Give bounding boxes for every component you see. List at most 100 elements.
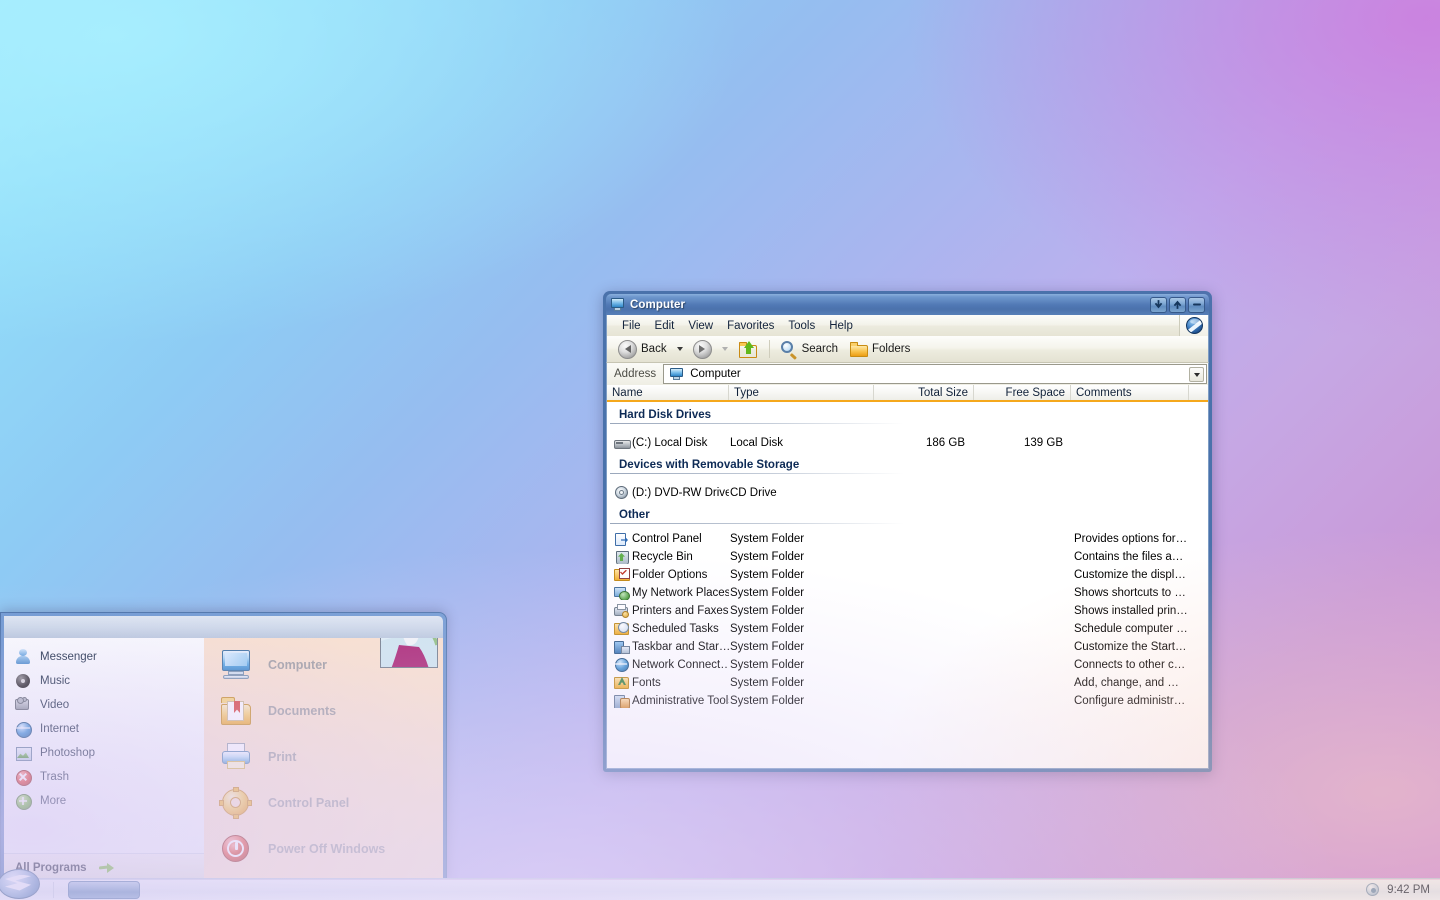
menu-view[interactable]: View [681, 318, 720, 334]
row-type: System Folder [730, 641, 805, 653]
table-row[interactable]: Recycle Bin System Folder Contains the fil… [607, 548, 1208, 566]
start-menu-item-messenger[interactable]: Messenger [4, 645, 204, 669]
start-menu-shortcut-print[interactable]: Print [204, 734, 443, 780]
table-row[interactable]: Scheduled Tasks System Folder Schedule com… [607, 620, 1208, 638]
toolbar-separator [768, 340, 770, 358]
start-menu-item-internet[interactable]: Internet [4, 717, 204, 741]
start-menu-shortcut-label: Control Panel [268, 796, 350, 810]
start-menu-item-label: Internet [40, 723, 79, 735]
row-name-cell: My Network Places [607, 586, 729, 600]
start-menu-shortcut-documents[interactable]: Documents [204, 688, 443, 734]
table-row[interactable]: Taskbar and Star… System Folder Customize … [607, 638, 1208, 656]
row-name: My Network Places [632, 587, 729, 599]
row-name: Fonts [632, 677, 661, 689]
table-row[interactable]: Folder Options System Folder Customize the… [607, 566, 1208, 584]
menu-favorites[interactable]: Favorites [720, 318, 781, 334]
row-type: System Folder [730, 569, 805, 581]
restore-up-button[interactable] [1169, 296, 1186, 313]
taskbar-window-button[interactable] [68, 880, 140, 899]
menu-items: File Edit View Favorites Tools Help [607, 315, 1179, 336]
table-row[interactable]: Fonts System Folder Add, change, and … [607, 674, 1208, 692]
folders-label: Folders [872, 343, 911, 355]
window-buttons [1150, 296, 1207, 313]
documents-folder-icon [220, 696, 252, 726]
desktop[interactable]: Computer File Edit View Favorites Tools [0, 0, 1440, 900]
user-avatar[interactable] [380, 638, 438, 668]
start-menu-item-trash[interactable]: Trash [4, 765, 204, 789]
menu-file[interactable]: File [615, 318, 648, 334]
forward-button[interactable] [688, 338, 717, 361]
start-menu-item-photoshop[interactable]: Photoshop [4, 741, 204, 765]
start-menu-item-music[interactable]: Music [4, 669, 204, 693]
row-type: System Folder [730, 587, 805, 599]
column-header-type[interactable]: Type [729, 385, 874, 400]
table-row[interactable]: My Network Places System Folder Shows shor… [607, 584, 1208, 602]
column-headers[interactable]: Name Type Total Size Free Space Comments [607, 385, 1208, 402]
table-row[interactable]: Network Connect… System Folder Connects to… [607, 656, 1208, 674]
column-header-comments[interactable]: Comments [1071, 385, 1189, 400]
search-magnifier-icon [780, 340, 798, 361]
table-row[interactable]: Printers and Faxes System Folder Shows ins… [607, 602, 1208, 620]
up-folder-button[interactable] [733, 338, 764, 361]
system-tray[interactable]: 9:42 PM [1366, 883, 1440, 896]
table-row[interactable]: Administrative Tools System Folder Configu… [607, 692, 1208, 710]
start-menu-shortcut-control-panel[interactable]: Control Panel [204, 780, 443, 826]
row-type: System Folder [730, 695, 805, 707]
taskbar-separator [53, 881, 54, 898]
back-button[interactable]: Back [613, 338, 672, 361]
row-name: Network Connect… [632, 659, 729, 671]
row-type: System Folder [730, 533, 805, 545]
close-dash-button[interactable] [1188, 296, 1205, 313]
row-type: System Folder [730, 605, 805, 617]
network-places-icon [614, 586, 630, 600]
address-input[interactable]: Computer [663, 364, 1207, 384]
administrative-tools-icon [614, 694, 630, 708]
table-row[interactable]: (C:) Local Disk Local Disk 186 GB 139 GB [607, 434, 1208, 452]
start-menu-shortcut-power-off-windows[interactable]: Power Off Windows [204, 826, 443, 872]
table-row[interactable]: (D:) DVD-RW Drive CD Drive [607, 484, 1208, 502]
file-list[interactable]: Name Type Total Size Free Space Comments… [606, 385, 1209, 769]
section-title: Other [619, 509, 650, 521]
window-title: Computer [630, 298, 686, 311]
row-comments: Shows installed prin… [1074, 605, 1188, 617]
scheduled-tasks-icon [614, 622, 629, 636]
volume-tray-icon[interactable] [1366, 883, 1380, 896]
menu-edit[interactable]: Edit [648, 318, 682, 334]
menu-bar[interactable]: File Edit View Favorites Tools Help [606, 315, 1209, 336]
row-name: Taskbar and Star… [632, 641, 729, 653]
chevron-down-icon[interactable] [1189, 367, 1204, 382]
window-titlebar[interactable]: Computer [606, 294, 1209, 315]
explorer-window[interactable]: Computer File Edit View Favorites Tools [603, 291, 1212, 772]
start-menu-shortcut-label: Computer [268, 658, 328, 672]
folders-button[interactable]: Folders [845, 340, 915, 359]
row-comments: Add, change, and … [1074, 677, 1179, 689]
list-section: Devices with Removable Storage (D:) DVD-R… [607, 452, 1208, 502]
start-menu-item-video[interactable]: Video [4, 693, 204, 717]
taskbar[interactable]: 9:42 PM [0, 868, 1440, 900]
dropdown-caret-icon[interactable] [676, 347, 683, 351]
column-header-name[interactable]: Name [607, 385, 729, 400]
search-button[interactable]: Search [775, 338, 843, 361]
row-type: System Folder [730, 623, 805, 635]
taskbar-clock[interactable]: 9:42 PM [1387, 884, 1430, 896]
start-menu-left-column: Messenger Music Video Internet Photoshop Tras… [4, 638, 204, 881]
column-header-total-size[interactable]: Total Size [874, 385, 974, 400]
start-menu-body: Messenger Music Video Internet Photoshop Tras… [4, 638, 443, 881]
start-menu-programs: Messenger Music Video Internet Photoshop Tras… [4, 638, 204, 853]
address-bar[interactable]: Address Computer [606, 363, 1209, 385]
messenger-icon [15, 649, 31, 665]
start-menu[interactable]: Messenger Music Video Internet Photoshop Tras… [0, 612, 447, 882]
start-orb[interactable] [0, 868, 48, 900]
start-menu-item-label: Video [40, 699, 70, 711]
menu-help[interactable]: Help [822, 318, 860, 334]
start-menu-item-label: Trash [40, 771, 69, 783]
menu-tools[interactable]: Tools [781, 318, 822, 334]
minimize-down-button[interactable] [1150, 296, 1167, 313]
control-panel-icon [614, 532, 629, 546]
table-row[interactable]: Control Panel System Folder Provides optio… [607, 530, 1208, 548]
toolbar[interactable]: Back Search Folders [606, 336, 1209, 363]
hard-disk-icon [614, 436, 631, 450]
start-menu-item-more[interactable]: More [4, 789, 204, 813]
start-menu-shortcut-label: Documents [268, 704, 337, 718]
column-header-free-space[interactable]: Free Space [974, 385, 1071, 400]
